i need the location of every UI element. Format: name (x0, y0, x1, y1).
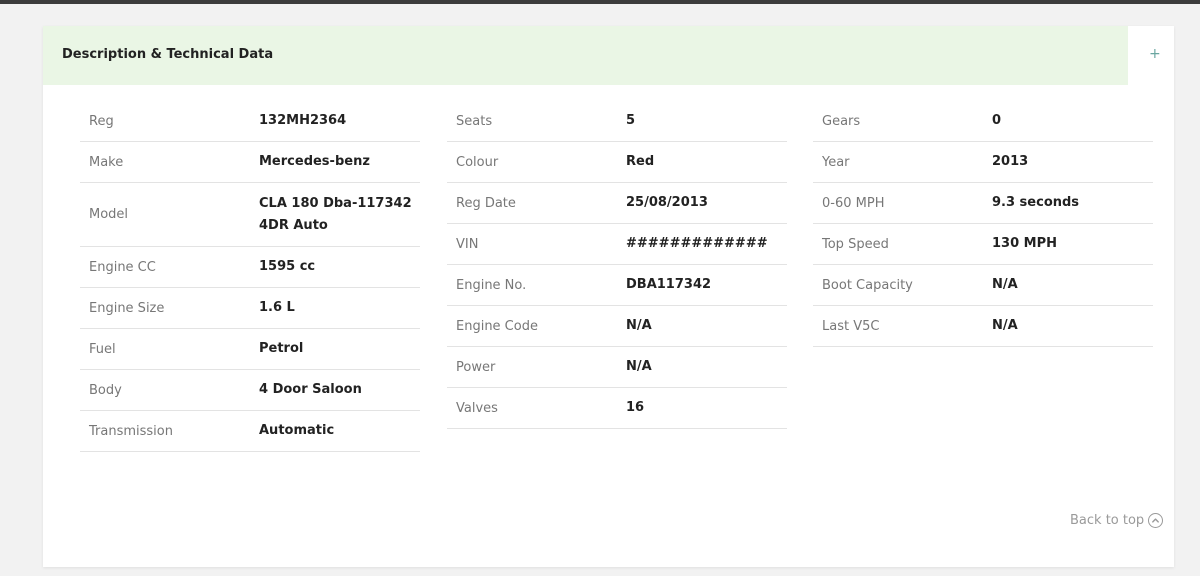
spec-row-engine-size: Engine Size 1.6 L (80, 288, 420, 329)
spec-row-top-speed: Top Speed 130 MPH (813, 224, 1153, 265)
spec-label: Valves (456, 400, 498, 416)
spec-value: Petrol (259, 341, 304, 356)
spec-row-body: Body 4 Door Saloon (80, 370, 420, 411)
spec-label: Reg Date (456, 195, 516, 211)
spec-label: Body (89, 382, 122, 398)
spec-value: N/A (626, 318, 652, 333)
panel-header-bar[interactable]: Description & Technical Data (43, 26, 1128, 85)
spec-value: 132MH2364 (259, 113, 347, 128)
spec-label: Model (89, 207, 129, 222)
spec-value: Automatic (259, 423, 335, 438)
spec-value: 25/08/2013 (626, 195, 708, 210)
spec-row-reg: Reg 132MH2364 (80, 101, 420, 142)
spec-label: Colour (456, 154, 499, 170)
spec-row-colour: Colour Red (447, 142, 787, 183)
spec-row-engine-code: Engine Code N/A (447, 306, 787, 347)
spec-column-2: Seats 5 Colour Red Reg Date 25/08/2013 V… (447, 101, 787, 429)
spec-row-model: Model CLA 180 Dba-117342 4DR Auto (80, 183, 420, 247)
spec-value: 1.6 L (259, 300, 295, 315)
spec-row-gears: Gears 0 (813, 101, 1153, 142)
spec-row-engine-cc: Engine CC 1595 cc (80, 247, 420, 288)
spec-label: Fuel (89, 341, 116, 357)
spec-row-power: Power N/A (447, 347, 787, 388)
spec-row-make: Make Mercedes-benz (80, 142, 420, 183)
spec-row-0-60-mph: 0-60 MPH 9.3 seconds (813, 183, 1153, 224)
spec-value: DBA117342 (626, 277, 712, 292)
spec-row-fuel: Fuel Petrol (80, 329, 420, 370)
spec-row-vin: VIN ############# (447, 224, 787, 265)
spec-row-transmission: Transmission Automatic (80, 411, 420, 452)
spec-row-last-v5c: Last V5C N/A (813, 306, 1153, 347)
panel-header[interactable]: Description & Technical Data + (43, 26, 1174, 85)
spec-value: N/A (626, 359, 652, 374)
spec-row-valves: Valves 16 (447, 388, 787, 429)
spec-value: N/A (992, 318, 1018, 333)
spec-value: Red (626, 154, 655, 169)
spec-row-reg-date: Reg Date 25/08/2013 (447, 183, 787, 224)
spec-row-boot-capacity: Boot Capacity N/A (813, 265, 1153, 306)
top-bar (0, 0, 1200, 4)
spec-row-seats: Seats 5 (447, 101, 787, 142)
spec-label: Engine Code (456, 318, 538, 334)
spec-label: Make (89, 154, 124, 170)
spec-label: VIN (456, 236, 479, 252)
back-to-top-label: Back to top (1070, 513, 1145, 528)
spec-label: Gears (822, 113, 861, 129)
spec-row-engine-no: Engine No. DBA117342 (447, 265, 787, 306)
spec-column-3: Gears 0 Year 2013 0-60 MPH 9.3 seconds T… (813, 101, 1153, 347)
spec-value: CLA 180 Dba-117342 4DR Auto (259, 195, 412, 233)
spec-label: 0-60 MPH (822, 195, 885, 211)
back-to-top-link[interactable]: Back to top (1070, 513, 1164, 528)
spec-label: Engine No. (456, 277, 527, 293)
plus-icon[interactable]: + (1149, 46, 1161, 62)
spec-label: Power (456, 359, 496, 375)
spec-value: 5 (626, 113, 636, 128)
panel-title: Description & Technical Data (62, 47, 274, 62)
spec-label: Last V5C (822, 318, 880, 334)
spec-value: 130 MPH (992, 236, 1058, 251)
spec-value: 1595 cc (259, 259, 316, 274)
spec-label: Engine Size (89, 300, 165, 316)
spec-value: 16 (626, 400, 645, 415)
spec-value: 4 Door Saloon (259, 382, 362, 397)
spec-value: 2013 (992, 154, 1029, 169)
chevron-up-circle-icon (1148, 513, 1164, 528)
spec-label: Transmission (89, 423, 173, 439)
spec-label: Boot Capacity (822, 277, 913, 293)
spec-label: Reg (89, 113, 114, 129)
spec-label: Top Speed (822, 236, 889, 252)
spec-column-1: Reg 132MH2364 Make Mercedes-benz Model C… (80, 101, 420, 452)
spec-value: N/A (992, 277, 1018, 292)
spec-value: 0 (992, 113, 1002, 128)
spec-value: 9.3 seconds (992, 195, 1080, 210)
spec-row-year: Year 2013 (813, 142, 1153, 183)
spec-value: Mercedes-benz (259, 154, 370, 169)
spec-value: ############# (626, 236, 768, 251)
spec-label: Engine CC (89, 259, 156, 275)
spec-label: Seats (456, 113, 493, 129)
spec-label: Year (822, 154, 850, 170)
